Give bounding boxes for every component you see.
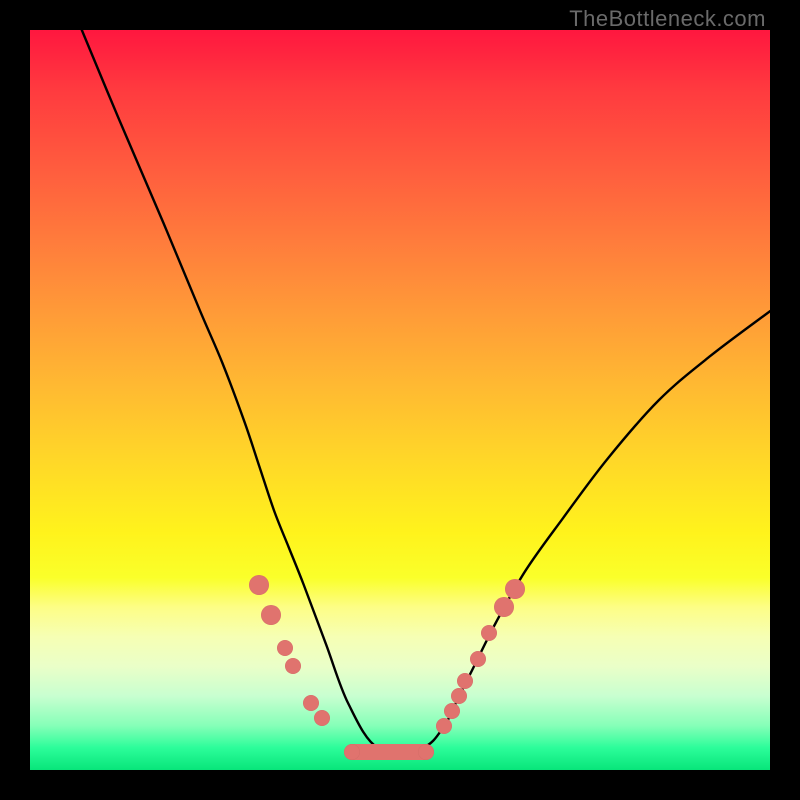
data-marker [470, 651, 486, 667]
data-marker [505, 579, 525, 599]
data-marker [494, 597, 514, 617]
chart-frame: TheBottleneck.com [0, 0, 800, 800]
data-marker [481, 625, 497, 641]
data-marker [418, 744, 434, 760]
data-marker [261, 605, 281, 625]
curve-line [30, 30, 770, 770]
data-marker [285, 658, 301, 674]
data-marker [344, 744, 360, 760]
plot-area [30, 30, 770, 770]
data-marker [444, 703, 460, 719]
data-marker [436, 718, 452, 734]
watermark-text: TheBottleneck.com [569, 6, 766, 32]
